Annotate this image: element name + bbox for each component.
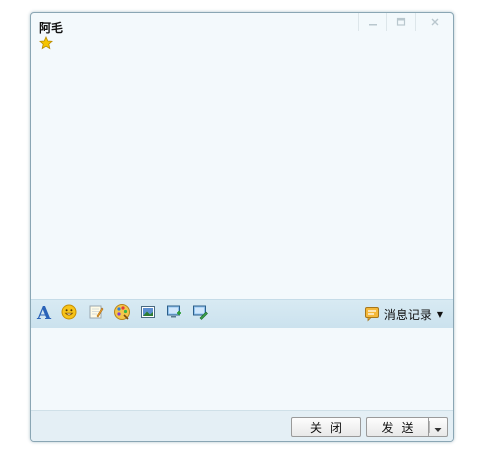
chat-window: 阿毛 A 消息记录 ▼ 关闭 发送 xyxy=(30,12,454,442)
chat-history-icon xyxy=(364,306,380,322)
message-history-label: 消息记录 xyxy=(383,307,432,322)
image-button[interactable] xyxy=(139,305,157,323)
font-icon: A xyxy=(37,303,51,324)
minimize-icon xyxy=(368,17,378,27)
notepad-icon xyxy=(88,304,104,324)
message-input[interactable] xyxy=(31,328,453,410)
chevron-down-icon: ▼ xyxy=(436,309,443,319)
close-window-button[interactable] xyxy=(415,13,453,31)
screen-capture-icon xyxy=(166,304,182,324)
screen-capture-button[interactable] xyxy=(165,305,183,323)
minimize-button[interactable] xyxy=(358,13,386,31)
title-bar[interactable]: 阿毛 xyxy=(31,13,453,53)
palette-button[interactable] xyxy=(113,303,131,325)
close-icon xyxy=(430,17,440,27)
close-button[interactable]: 关闭 xyxy=(291,417,361,437)
notepad-button[interactable] xyxy=(87,305,105,323)
screen-edit-button[interactable] xyxy=(191,305,209,323)
star-icon xyxy=(39,35,53,50)
image-icon xyxy=(140,304,156,324)
font-button[interactable]: A xyxy=(35,305,53,323)
message-history-button[interactable]: 消息记录 ▼ xyxy=(364,305,443,323)
contact-name: 阿毛 xyxy=(39,21,64,35)
palette-icon xyxy=(113,303,131,325)
emoticon-icon xyxy=(61,304,77,324)
message-history-area[interactable] xyxy=(31,53,453,299)
caret-down-icon xyxy=(434,418,442,437)
action-bar: 关闭 发送 xyxy=(31,410,453,441)
send-options-button[interactable] xyxy=(428,417,448,437)
emoticon-button[interactable] xyxy=(60,304,78,324)
maximize-button[interactable] xyxy=(386,13,414,31)
screen-edit-icon xyxy=(192,304,208,324)
maximize-icon xyxy=(396,17,406,27)
send-button[interactable]: 发送 xyxy=(366,417,428,437)
input-toolbar: A 消息记录 ▼ xyxy=(31,299,453,329)
